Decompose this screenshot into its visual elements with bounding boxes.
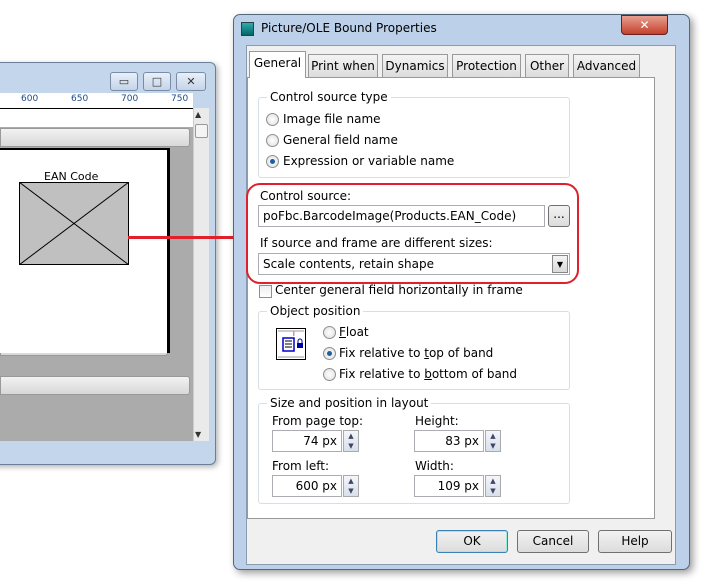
radio-label: Expression or variable name <box>283 154 455 168</box>
radio-label: Fix relative to top of band <box>339 346 494 360</box>
radio-label: General field name <box>283 133 398 147</box>
svg-text:I: I <box>293 331 295 338</box>
from-left-label: From left: <box>272 459 330 473</box>
tab-advanced[interactable]: Advanced <box>573 54 640 77</box>
tab-dynamics[interactable]: Dynamics <box>382 54 448 77</box>
from-left-input[interactable]: 600 px <box>272 475 342 497</box>
band-header[interactable] <box>0 128 190 147</box>
height-spinner[interactable]: ▲ ▼ <box>485 430 501 452</box>
tab-other[interactable]: Other <box>525 54 569 77</box>
checkbox-label: Center general field horizontally in fra… <box>275 283 523 297</box>
ruler-tick: 600 <box>21 94 39 104</box>
vertical-scrollbar[interactable]: ▲ ▼ <box>193 108 209 441</box>
minimize-button[interactable]: ▭ <box>110 72 138 91</box>
close-button[interactable]: ✕ <box>176 72 206 91</box>
radio-label: Float <box>339 325 369 339</box>
group-legend: Size and position in layout <box>270 396 429 410</box>
app-icon <box>241 22 254 36</box>
center-checkbox[interactable] <box>259 285 272 298</box>
picture-placeholder[interactable] <box>19 182 129 265</box>
position-lock-icon: I <box>276 328 306 360</box>
band-header[interactable] <box>0 376 190 395</box>
width-input[interactable]: 109 px <box>414 475 484 497</box>
height-input[interactable]: 83 px <box>414 430 484 452</box>
from-top-input[interactable]: 74 px <box>272 430 342 452</box>
ruler: 600 650 700 750 <box>0 93 193 109</box>
help-button[interactable]: Help <box>598 530 672 553</box>
radio-label: Fix relative to bottom of band <box>339 367 518 381</box>
radio-label: Image file name <box>283 112 381 126</box>
from-top-spinner[interactable]: ▲ ▼ <box>343 430 359 452</box>
width-spinner[interactable]: ▲ ▼ <box>485 475 501 497</box>
from-left-spinner[interactable]: ▲ ▼ <box>343 475 359 497</box>
group-legend: Control source type <box>270 90 388 104</box>
tab-general[interactable]: General <box>249 51 306 78</box>
tab-print-when[interactable]: Print when <box>308 54 378 77</box>
height-label: Height: <box>415 414 459 428</box>
radio-general-field[interactable] <box>266 134 279 147</box>
ruler-tick: 700 <box>121 94 139 104</box>
from-top-label: From page top: <box>272 414 364 428</box>
ok-button[interactable]: OK <box>436 530 508 553</box>
maximize-button[interactable]: □ <box>143 72 171 91</box>
scroll-thumb[interactable] <box>195 124 208 138</box>
group-legend: Object position <box>270 304 361 318</box>
ruler-tick: 750 <box>171 94 189 104</box>
tab-protection[interactable]: Protection <box>452 54 521 77</box>
cancel-button[interactable]: Cancel <box>517 530 589 553</box>
radio-fix-bottom[interactable] <box>323 368 336 381</box>
radio-fix-top[interactable] <box>323 347 336 360</box>
highlight-outline <box>246 183 579 284</box>
radio-image-file[interactable] <box>266 113 279 126</box>
page-band: EAN Code <box>0 148 170 353</box>
dialog-title: Picture/OLE Bound Properties <box>261 21 437 35</box>
radio-expression[interactable] <box>266 155 279 168</box>
callout-line <box>128 236 250 239</box>
radio-float[interactable] <box>323 326 336 339</box>
width-label: Width: <box>415 459 454 473</box>
close-button[interactable]: ✕ <box>621 15 668 35</box>
ruler-tick: 650 <box>71 94 89 104</box>
